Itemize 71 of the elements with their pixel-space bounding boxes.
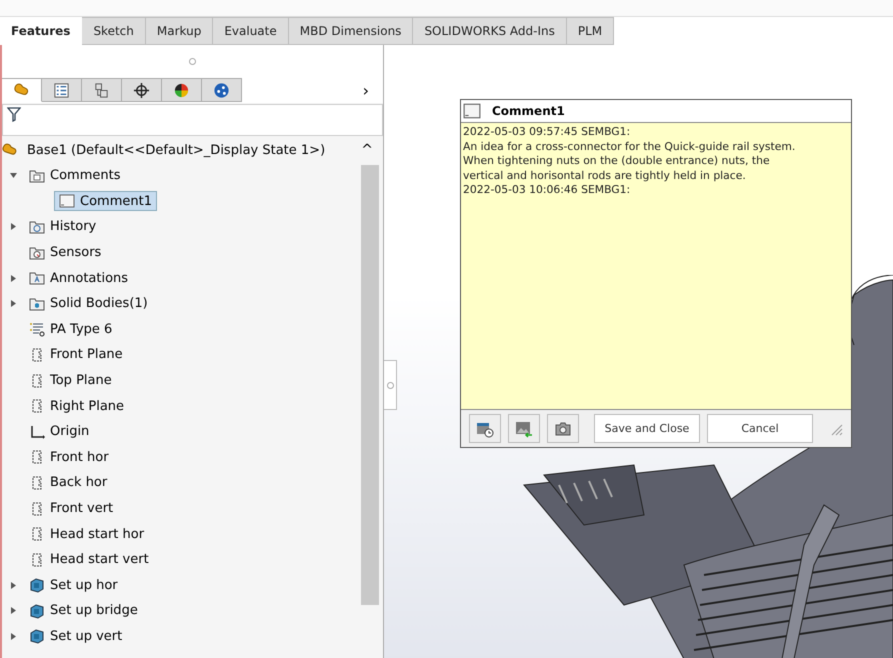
body-folder-icon bbox=[29, 296, 45, 312]
ribbon-tab[interactable]: MBD Dimensions bbox=[288, 17, 414, 45]
tree-item[interactable]: Annotations bbox=[24, 268, 134, 288]
tool-button[interactable] bbox=[508, 414, 540, 443]
collapsed-arrow-icon[interactable] bbox=[10, 632, 16, 640]
origin-icon bbox=[29, 424, 45, 440]
tree-item[interactable]: Set up bridge bbox=[24, 600, 143, 621]
image-insert-icon bbox=[515, 420, 533, 438]
annotation-folder-icon bbox=[29, 270, 45, 286]
filter-icon bbox=[7, 107, 21, 122]
list-icon bbox=[53, 82, 70, 98]
ribbon-tab[interactable]: SOLIDWORKS Add-Ins bbox=[413, 17, 567, 45]
color-wheel-icon bbox=[173, 82, 190, 98]
globe-icon bbox=[213, 82, 230, 98]
panel-tab[interactable] bbox=[2, 78, 42, 102]
tree-item[interactable]: Front vert bbox=[24, 498, 118, 519]
tree-item[interactable]: Comments bbox=[24, 166, 126, 186]
sensor-folder-icon bbox=[29, 244, 45, 261]
tree-item[interactable]: Sensors bbox=[24, 242, 106, 263]
tree-item[interactable]: Set up vert bbox=[24, 626, 128, 646]
tree-item[interactable]: PA Type 6 bbox=[24, 319, 118, 340]
cancel-button[interactable]: Cancel bbox=[707, 414, 813, 443]
part-icon bbox=[29, 577, 45, 594]
comment-text-field[interactable]: 2022-05-03 09:57:45 SEMBG1: An idea for a cross-connector for the Quick-guide rail system. When tightening nuts on the (double entrance) nuts, the vertical and horisontal rods are tightly held in place. 2022-05-03 10:06:46 SEMBG1: bbox=[461, 123, 851, 410]
panel-tab[interactable] bbox=[82, 78, 122, 102]
collapsed-arrow-icon[interactable] bbox=[10, 274, 16, 282]
tree-root[interactable]: Base1 (Default<<Default>_Display State 1>) bbox=[27, 142, 326, 158]
folder-icon bbox=[29, 168, 45, 184]
panel-tab[interactable] bbox=[42, 78, 82, 102]
tree-item[interactable]: Origin bbox=[24, 422, 94, 442]
save-close-button[interactable]: Save and Close bbox=[594, 414, 700, 443]
camera-icon bbox=[554, 420, 572, 438]
ribbon-tab[interactable]: Sketch bbox=[82, 17, 146, 45]
tree-item[interactable]: Right Plane bbox=[24, 396, 130, 416]
collapsed-arrow-icon[interactable] bbox=[10, 607, 16, 614]
tree-item[interactable]: Front hor bbox=[24, 447, 114, 468]
collapsed-arrow-icon[interactable] bbox=[10, 300, 16, 308]
panel-tab[interactable] bbox=[162, 78, 202, 102]
scroll-up-arrow[interactable]: ^ bbox=[361, 142, 373, 158]
tree-item[interactable]: Set up hor bbox=[24, 575, 123, 596]
tree-item[interactable]: Solid Bodies(1) bbox=[24, 294, 153, 314]
resize-grip-icon[interactable] bbox=[829, 422, 843, 436]
ribbon-tab[interactable]: PLM bbox=[566, 17, 614, 45]
tree-item[interactable]: Comment1 bbox=[54, 191, 157, 212]
history-folder-icon bbox=[29, 218, 45, 235]
collapsed-arrow-icon[interactable] bbox=[10, 223, 16, 230]
expanded-arrow-icon[interactable] bbox=[10, 172, 16, 180]
part-icon bbox=[29, 628, 45, 644]
note-icon bbox=[59, 193, 75, 210]
tool-button[interactable] bbox=[469, 414, 501, 443]
scrollbar-thumb[interactable] bbox=[361, 165, 379, 605]
dialog-title: Comment1 bbox=[492, 104, 565, 118]
tree-item[interactable]: Head start vert bbox=[24, 550, 154, 570]
panel-collapse-handle[interactable] bbox=[384, 360, 397, 410]
tree-item[interactable]: History bbox=[24, 216, 102, 237]
ribbon-tab[interactable]: Evaluate bbox=[213, 17, 289, 45]
configuration-icon bbox=[93, 82, 110, 98]
collapsed-arrow-icon[interactable] bbox=[10, 582, 16, 589]
tree-item[interactable]: Head start hor bbox=[24, 524, 150, 544]
more-tabs-arrow[interactable]: › bbox=[362, 80, 383, 100]
material-icon bbox=[29, 321, 45, 338]
tool-button[interactable] bbox=[547, 414, 579, 443]
filter-field[interactable] bbox=[2, 104, 383, 136]
panel-tab[interactable] bbox=[122, 78, 162, 102]
tree-item[interactable]: Front Plane bbox=[24, 344, 128, 365]
crosshair-icon bbox=[133, 82, 150, 98]
splitter-handle[interactable] bbox=[189, 58, 196, 64]
ribbon-tab[interactable]: Markup bbox=[146, 17, 214, 45]
part-icon bbox=[29, 602, 45, 619]
tree-item[interactable]: Back hor bbox=[24, 472, 112, 493]
tree-item[interactable]: Top Plane bbox=[24, 370, 117, 391]
